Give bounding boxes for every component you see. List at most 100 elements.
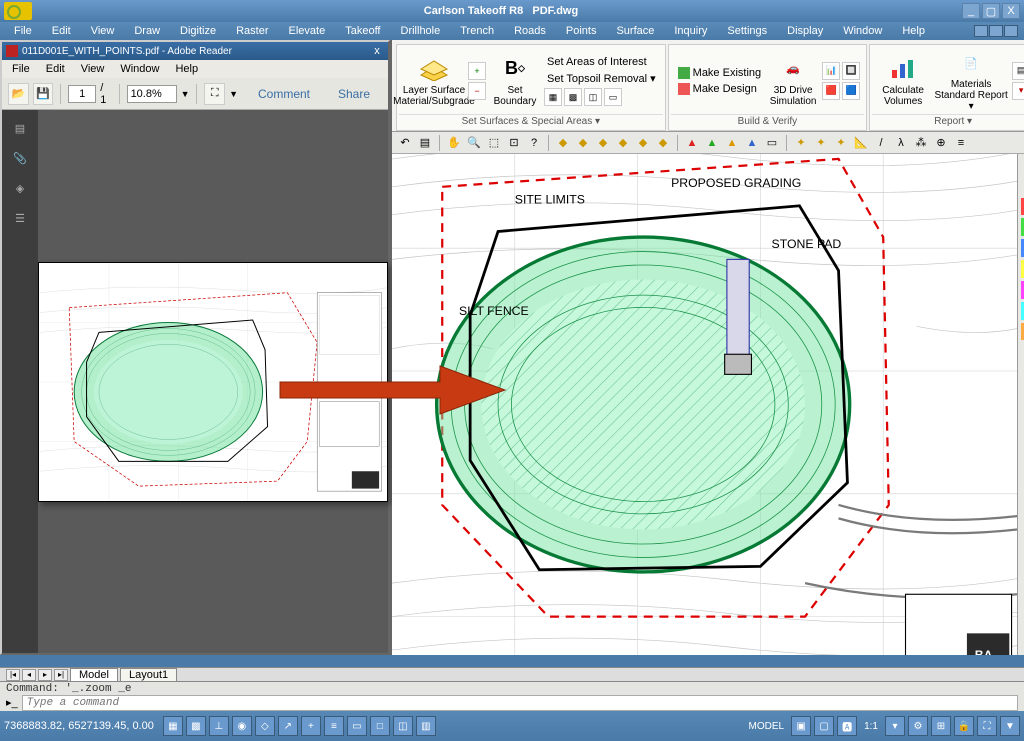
adobe-menu-edit[interactable]: Edit (40, 62, 71, 76)
palette-prop-icon[interactable]: ≣ (1021, 177, 1024, 195)
adobe-close-button[interactable]: x (370, 44, 384, 58)
palette-text-icon[interactable]: A (1021, 427, 1024, 445)
palette-copy-icon[interactable]: ⧉ (1021, 531, 1024, 549)
palette-color-blue[interactable] (1021, 239, 1024, 257)
menu-inquiry[interactable]: Inquiry (666, 24, 715, 38)
status-ortho-icon[interactable]: ⊥ (209, 716, 229, 736)
adobe-menu-help[interactable]: Help (169, 62, 204, 76)
status-ann-icon[interactable]: 🅰 (837, 716, 857, 736)
report-extra-icon-1[interactable]: ▤ (1012, 62, 1024, 80)
tb-surf4-icon[interactable]: ◆ (614, 134, 632, 152)
surf-icon-1[interactable]: ▦ (544, 88, 562, 106)
tb-surf5-icon[interactable]: ◆ (634, 134, 652, 152)
tb-help-icon[interactable]: ? (525, 134, 543, 152)
tab-layout1[interactable]: Layout1 (120, 668, 177, 681)
menu-view[interactable]: View (83, 24, 123, 38)
menu-roads[interactable]: Roads (506, 24, 554, 38)
palette-hatch-icon[interactable]: ▦ (1021, 468, 1024, 486)
make-design-button[interactable]: Make Design (675, 82, 764, 96)
adobe-menu-view[interactable]: View (75, 62, 111, 76)
tb-surf6-icon[interactable]: ◆ (654, 134, 672, 152)
tb-surf2-icon[interactable]: ◆ (574, 134, 592, 152)
tab-next-button[interactable]: ▸ (38, 669, 52, 681)
palette-color-cyan[interactable] (1021, 302, 1024, 320)
doc-minimize-button[interactable] (974, 25, 988, 37)
ribbon-caption-surfaces[interactable]: Set Surfaces & Special Areas ▾ (399, 114, 663, 128)
tb-blu1-icon[interactable]: ▲ (743, 134, 761, 152)
verify-icon-3[interactable]: 🟥 (822, 82, 840, 100)
palette-offset-icon[interactable]: ⇶ (1021, 614, 1024, 632)
adobe-zoom-dropdown-icon[interactable]: ▼ (181, 89, 190, 99)
palette-layer-icon[interactable]: ▤ (1021, 156, 1024, 174)
set-topsoil-removal-button[interactable]: Set Topsoil Removal ▾ (544, 71, 659, 86)
adobe-page-input[interactable] (68, 85, 96, 103)
menu-takeoff[interactable]: Takeoff (337, 24, 388, 38)
status-gear-icon[interactable]: ⚙ (908, 716, 928, 736)
calculate-volumes-button[interactable]: Calculate Volumes (876, 50, 930, 112)
palette-color-magenta[interactable] (1021, 281, 1024, 299)
adobe-fit-dropdown-icon[interactable]: ▼ (229, 89, 238, 99)
status-paper-icon[interactable]: ▢ (814, 716, 834, 736)
menu-edit[interactable]: Edit (44, 24, 79, 38)
status-max-icon[interactable]: ⛶ (977, 716, 997, 736)
palette-trim-icon[interactable]: ✂ (1021, 635, 1024, 653)
surf-icon-4[interactable]: ▭ (604, 88, 622, 106)
palette-color-red[interactable] (1021, 198, 1024, 216)
adobe-zoom-input[interactable] (127, 85, 177, 103)
adobe-menu-file[interactable]: File (6, 62, 36, 76)
tb-dig2-icon[interactable]: ✦ (812, 134, 830, 152)
tb-dig3-icon[interactable]: ✦ (832, 134, 850, 152)
set-areas-of-interest-button[interactable]: Set Areas of Interest (544, 55, 659, 69)
ribbon-caption-report[interactable]: Report ▾ (872, 114, 1024, 128)
menu-display[interactable]: Display (779, 24, 831, 38)
status-otrack-icon[interactable]: ↗ (278, 716, 298, 736)
adobe-document-area[interactable] (38, 110, 388, 653)
adobe-pages-icon[interactable]: ▤ (10, 118, 30, 138)
report-extra-icon-2[interactable]: ▾ (1012, 82, 1024, 100)
menu-file[interactable]: File (6, 24, 40, 38)
palette-color-yellow[interactable] (1021, 260, 1024, 278)
status-model-label[interactable]: MODEL (745, 721, 789, 732)
remove-layer-icon[interactable]: − (468, 82, 486, 100)
adobe-comment-button[interactable]: Comment (246, 87, 322, 101)
menu-settings[interactable]: Settings (719, 24, 775, 38)
tb-measure-icon[interactable]: 📐 (852, 134, 870, 152)
status-qp-icon[interactable]: ▭ (347, 716, 367, 736)
status-scale[interactable]: 1:1 (860, 721, 882, 732)
status-grid-icon[interactable]: ▩ (186, 716, 206, 736)
status-extra2-icon[interactable]: ▥ (416, 716, 436, 736)
tb-surf3-icon[interactable]: ◆ (594, 134, 612, 152)
tb-undo-icon[interactable]: ↶ (396, 134, 414, 152)
tb-grn1-icon[interactable]: ▲ (703, 134, 721, 152)
tab-model[interactable]: Model (70, 668, 118, 681)
menu-help[interactable]: Help (894, 24, 933, 38)
verify-icon-4[interactable]: 🟦 (842, 82, 860, 100)
status-ws-icon[interactable]: ⊞ (931, 716, 951, 736)
adobe-layers-icon[interactable]: ◈ (10, 178, 30, 198)
palette-move-icon[interactable]: ✥ (1021, 552, 1024, 570)
palette-arc-icon[interactable]: ◡ (1021, 406, 1024, 424)
doc-close-button[interactable] (1004, 25, 1018, 37)
adobe-open-button[interactable]: 📂 (8, 83, 29, 105)
surf-icon-3[interactable]: ◫ (584, 88, 602, 106)
palette-circle-icon[interactable]: ○ (1021, 385, 1024, 403)
palette-mirror-icon[interactable]: ◧ (1021, 593, 1024, 611)
status-model-icon[interactable]: ▣ (791, 716, 811, 736)
palette-dim-icon[interactable]: ↔ (1021, 448, 1024, 466)
set-boundary-button[interactable]: B◇ Set Boundary (489, 50, 541, 112)
maximize-button[interactable]: ▢ (982, 3, 1000, 19)
menu-drillhole[interactable]: Drillhole (393, 24, 449, 38)
drawing-canvas[interactable]: BA SITE LIMITSPROPOSED GRADING SILT FENC… (392, 154, 1017, 655)
palette-color-green[interactable] (1021, 218, 1024, 236)
close-button[interactable]: X (1002, 3, 1020, 19)
verify-icon-2[interactable]: 🔲 (842, 62, 860, 80)
menu-elevate[interactable]: Elevate (281, 24, 334, 38)
tb-zoomext-icon[interactable]: ⊡ (505, 134, 523, 152)
status-dyn-icon[interactable]: + (301, 716, 321, 736)
palette-color-orange[interactable] (1021, 323, 1024, 341)
layer-surface-button[interactable]: Layer Surface Material/Subgrade (403, 50, 465, 112)
tb-list-icon[interactable]: ▤ (416, 134, 434, 152)
doc-restore-button[interactable] (989, 25, 1003, 37)
menu-points[interactable]: Points (558, 24, 605, 38)
verify-icon-1[interactable]: 📊 (822, 62, 840, 80)
